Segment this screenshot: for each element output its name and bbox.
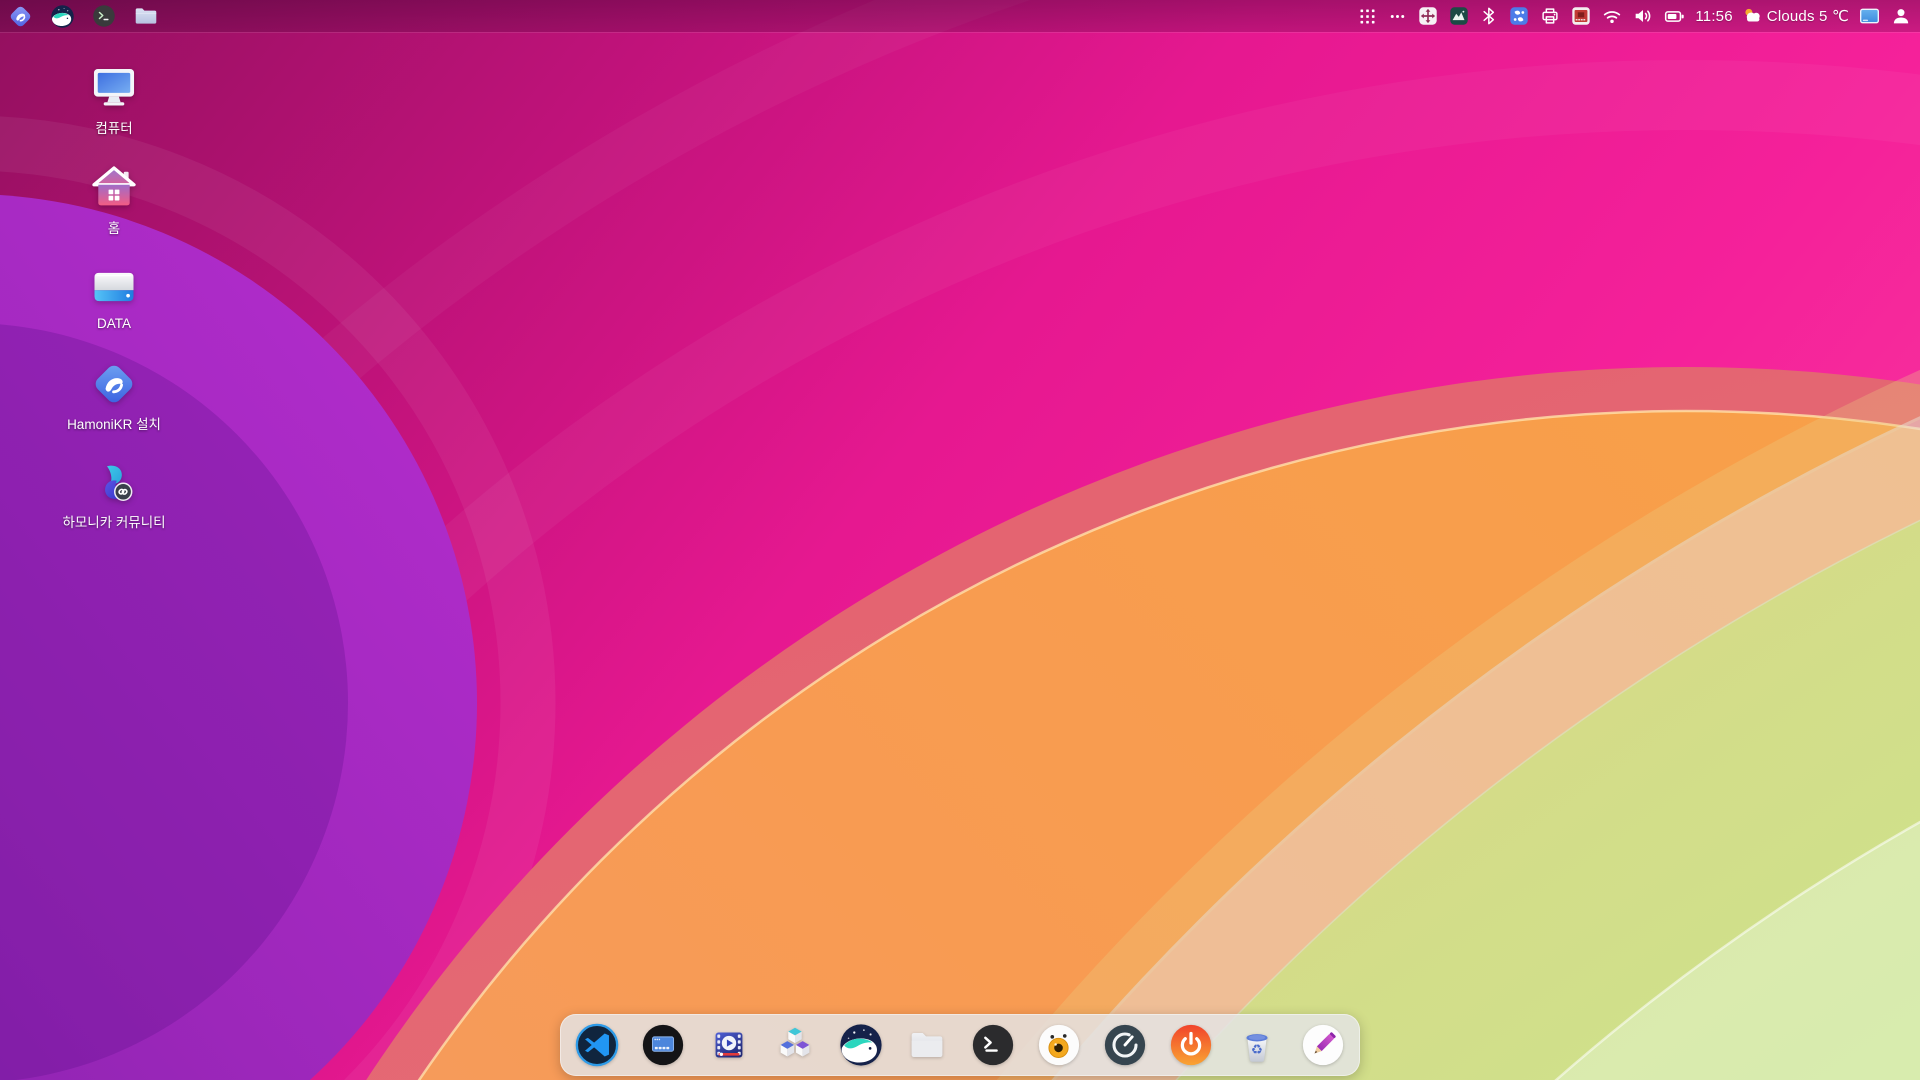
- hamonikr-menu-icon: [8, 4, 33, 29]
- top-panel: 11:56 Clouds 5 ℃: [0, 0, 1920, 32]
- clock[interactable]: 11:56: [1695, 8, 1732, 25]
- app-grid-button[interactable]: [1357, 6, 1378, 27]
- gauge-icon: [1102, 1022, 1148, 1068]
- terminal-icon: [970, 1022, 1016, 1068]
- dock-item-text-editor[interactable]: [1300, 1022, 1346, 1068]
- desktop-icon-data-drive[interactable]: DATA: [39, 261, 189, 333]
- wave-monitor-icon: [1448, 5, 1470, 27]
- wallpaper: [0, 0, 1920, 1080]
- bluetooth-icon: [1479, 6, 1499, 26]
- pencil-icon: [1300, 1022, 1346, 1068]
- user-icon: [1890, 5, 1912, 27]
- desktop-icon-label: 컴퓨터: [95, 117, 132, 137]
- power-icon: [1168, 1022, 1214, 1068]
- screen-capture-button[interactable]: [1570, 5, 1592, 27]
- dock-item-vscode[interactable]: [574, 1022, 620, 1068]
- weather-applet[interactable]: Clouds 5 ℃: [1742, 5, 1849, 27]
- svg-text:♻: ♻: [1251, 1043, 1263, 1058]
- community-link-icon: [88, 456, 140, 508]
- wifi-button[interactable]: [1601, 5, 1623, 27]
- desktop-icon-home[interactable]: 홈: [39, 162, 189, 238]
- battery-button[interactable]: [1663, 5, 1686, 28]
- media-player-icon: [706, 1022, 752, 1068]
- panel-system-tray: 11:56 Clouds 5 ℃: [1357, 5, 1912, 28]
- whale-browser-icon: [838, 1022, 884, 1068]
- dock-item-file-manager[interactable]: [904, 1022, 950, 1068]
- dock-item-cubes-app[interactable]: [772, 1022, 818, 1068]
- bluetooth-button[interactable]: [1479, 6, 1499, 26]
- volume-icon: [1632, 5, 1654, 27]
- desktop-icon-label: HamoniKR 설치: [67, 413, 161, 433]
- dock-item-system-gauge[interactable]: [1102, 1022, 1148, 1068]
- desktop-icon-computer[interactable]: 컴퓨터: [39, 62, 189, 138]
- panel-left-launchers: [8, 3, 159, 29]
- terminal-launcher[interactable]: [92, 4, 116, 28]
- dock: ♻: [560, 1014, 1360, 1076]
- move-arrows-icon: [1417, 5, 1439, 27]
- blue-app-icon: [1508, 5, 1530, 27]
- weather-text: Clouds 5 ℃: [1767, 7, 1849, 25]
- dock-item-keyboard-viewer[interactable]: [640, 1022, 686, 1068]
- sync-app-button[interactable]: [1508, 5, 1530, 27]
- system-monitor-tray-button[interactable]: [1448, 5, 1470, 27]
- desktop: 11:56 Clouds 5 ℃: [0, 0, 1920, 1080]
- dock-item-terminal[interactable]: [970, 1022, 1016, 1068]
- trash-icon: ♻: [1234, 1022, 1280, 1068]
- desktop-icon-label: DATA: [97, 316, 131, 331]
- battery-icon: [1663, 5, 1686, 28]
- input-switcher-button[interactable]: [1417, 5, 1439, 27]
- printer-button[interactable]: [1539, 5, 1561, 27]
- hard-drive-icon: [88, 261, 140, 313]
- volume-button[interactable]: [1632, 5, 1654, 27]
- user-account-button[interactable]: [1890, 5, 1912, 27]
- weather-cloud-icon: [1742, 5, 1764, 27]
- computer-icon: [88, 62, 140, 114]
- folder-icon: [904, 1022, 950, 1068]
- whale-browser-launcher[interactable]: [50, 4, 75, 29]
- owl-face-icon: [1036, 1022, 1082, 1068]
- overflow-menu-button[interactable]: [1387, 6, 1408, 27]
- display-settings-button[interactable]: [1858, 5, 1881, 28]
- keyboard-viewer-icon: [640, 1022, 686, 1068]
- desktop-icon-label: 홈: [108, 217, 120, 237]
- display-icon: [1858, 5, 1881, 28]
- desktop-icon-hamonikr-installer[interactable]: HamoniKR 설치: [39, 358, 189, 434]
- hamonikr-installer-icon: [88, 358, 140, 410]
- dock-item-trash[interactable]: ♻: [1234, 1022, 1280, 1068]
- dock-item-power[interactable]: [1168, 1022, 1214, 1068]
- cubes-icon: [772, 1022, 818, 1068]
- capture-icon: [1570, 5, 1592, 27]
- home-icon: [88, 162, 140, 214]
- dock-item-owl-app[interactable]: [1036, 1022, 1082, 1068]
- terminal-icon: [92, 4, 116, 28]
- hamonikr-menu-button[interactable]: [8, 4, 33, 29]
- desktop-icon-label: 하모니카 커뮤니티: [62, 511, 165, 531]
- vscode-icon: [574, 1022, 620, 1068]
- wifi-icon: [1601, 5, 1623, 27]
- whale-browser-icon: [50, 4, 75, 29]
- folder-icon: [133, 3, 159, 29]
- files-launcher[interactable]: [133, 3, 159, 29]
- dock-item-whale-browser[interactable]: [838, 1022, 884, 1068]
- app-grid-icon: [1357, 6, 1378, 27]
- printer-icon: [1539, 5, 1561, 27]
- desktop-icon-community-link[interactable]: 하모니카 커뮤니티: [39, 456, 189, 532]
- ellipsis-icon: [1387, 6, 1408, 27]
- dock-item-media-player[interactable]: [706, 1022, 752, 1068]
